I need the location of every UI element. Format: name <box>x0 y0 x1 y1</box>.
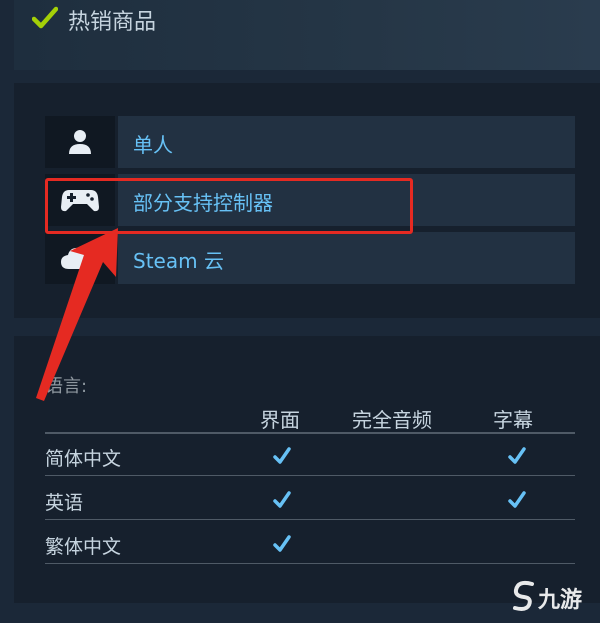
language-name: 简体中文 <box>45 448 122 470</box>
feature-steam-cloud[interactable]: Steam 云 <box>45 232 575 284</box>
interface-check-icon <box>273 535 291 552</box>
interface-check-icon <box>273 491 291 508</box>
feature-icon-box <box>45 116 115 168</box>
section-divider <box>14 318 600 336</box>
table-divider <box>45 563 575 564</box>
watermark-text: 九游 <box>538 588 583 613</box>
languages-heading: 语言: <box>45 376 88 397</box>
feature-icon-box <box>45 232 115 284</box>
feature-label: Steam 云 <box>133 249 224 273</box>
interface-check-icon <box>273 447 291 464</box>
table-divider <box>45 432 575 434</box>
table-divider <box>45 519 575 520</box>
feature-label: 单人 <box>133 133 173 157</box>
language-name: 繁体中文 <box>45 536 122 558</box>
single-player-icon <box>69 130 91 154</box>
feature-label-box: Steam 云 <box>118 232 575 284</box>
language-name: 英语 <box>45 492 84 514</box>
watermark: 九游 <box>512 578 592 618</box>
cloud-icon <box>61 247 99 269</box>
table-divider <box>45 475 575 476</box>
section-title: 热销商品 <box>68 10 157 35</box>
column-header-interface: 界面 <box>260 408 300 432</box>
column-header-full-audio: 完全音频 <box>352 408 432 432</box>
subtitles-check-icon <box>508 491 526 508</box>
column-header-subtitles: 字幕 <box>493 408 533 432</box>
feature-label-box: 单人 <box>118 116 575 168</box>
check-icon <box>32 6 58 29</box>
watermark-logo-icon <box>513 580 534 611</box>
subtitles-check-icon <box>508 447 526 464</box>
highlight-box <box>45 178 413 234</box>
feature-single-player[interactable]: 单人 <box>45 116 575 168</box>
